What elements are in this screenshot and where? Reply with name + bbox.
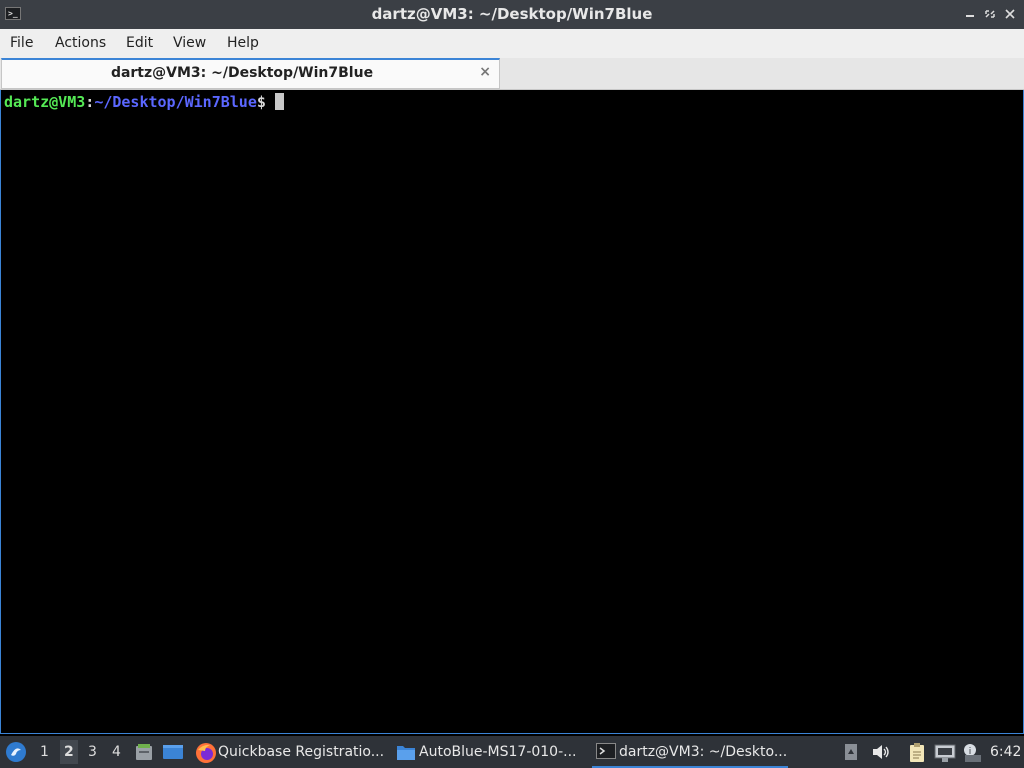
- menu-file[interactable]: File: [10, 35, 33, 51]
- maximize-button[interactable]: [983, 6, 997, 22]
- show-desktop-launcher[interactable]: [162, 742, 184, 766]
- menu-bar: File Actions Edit View Help: [0, 29, 1024, 58]
- taskbar: 1 2 3 4 Quickbase Registratio... AutoBlu…: [0, 736, 1024, 768]
- file-manager-icon: [136, 744, 152, 760]
- close-icon: [1005, 9, 1015, 19]
- firefox-icon: [196, 743, 216, 763]
- desktop-icon: [163, 745, 183, 759]
- network-tray[interactable]: [934, 743, 956, 762]
- workspace-1[interactable]: 1: [40, 744, 49, 760]
- window-title: dartz@VM3: ~/Desktop/Win7Blue: [371, 5, 653, 23]
- prompt-user-host: dartz@VM3: [4, 93, 86, 111]
- folder-icon: [397, 746, 415, 760]
- close-window-button[interactable]: [1003, 6, 1017, 22]
- task-file-manager[interactable]: AutoBlue-MS17-010-...: [393, 736, 585, 768]
- start-menu-button[interactable]: [5, 741, 27, 767]
- volume-icon: [873, 745, 889, 759]
- file-manager-launcher[interactable]: [134, 742, 154, 766]
- window-titlebar: >_ dartz@VM3: ~/Desktop/Win7Blue: [0, 0, 1024, 29]
- task-firefox[interactable]: Quickbase Registratio...: [192, 736, 388, 768]
- tray-expand-icon: [845, 744, 857, 760]
- text-cursor: [274, 93, 284, 110]
- tab-bar: dartz@VM3: ~/Desktop/Win7Blue ×: [0, 58, 1024, 90]
- volume-control[interactable]: [871, 743, 891, 761]
- clipboard-tray[interactable]: [907, 743, 927, 762]
- task-label: AutoBlue-MS17-010-...: [419, 744, 577, 760]
- task-label: dartz@VM3: ~/Deskto...: [619, 744, 788, 760]
- terminal-tab[interactable]: dartz@VM3: ~/Desktop/Win7Blue ×: [1, 58, 500, 89]
- menu-view[interactable]: View: [173, 35, 206, 51]
- prompt-separator: :: [85, 93, 95, 111]
- menu-edit[interactable]: Edit: [126, 35, 153, 51]
- update-icon: i: [964, 744, 981, 762]
- minimize-button[interactable]: [963, 6, 977, 22]
- menu-actions[interactable]: Actions: [55, 35, 106, 51]
- clipboard-icon: [910, 743, 924, 762]
- tab-close-icon[interactable]: ×: [479, 64, 491, 80]
- tray-arrow[interactable]: [844, 743, 858, 761]
- menu-help[interactable]: Help: [227, 35, 259, 51]
- restore-icon: [985, 10, 995, 18]
- task-terminal[interactable]: dartz@VM3: ~/Deskto...: [592, 736, 788, 768]
- network-icon: [934, 744, 956, 762]
- lubuntu-logo-icon: [6, 742, 26, 762]
- minimize-icon: [966, 15, 974, 17]
- update-notifier[interactable]: i: [961, 743, 983, 762]
- workspace-3[interactable]: 3: [88, 744, 97, 760]
- shell-prompt: dartz@VM3:~/Desktop/Win7Blue$: [4, 93, 284, 111]
- prompt-dollar: $: [256, 93, 266, 111]
- prompt-path: ~/Desktop/Win7Blue: [94, 93, 257, 111]
- task-label: Quickbase Registratio...: [218, 744, 385, 760]
- terminal-output[interactable]: dartz@VM3:~/Desktop/Win7Blue$: [0, 90, 1024, 734]
- tab-label: dartz@VM3: ~/Desktop/Win7Blue: [110, 65, 374, 81]
- clock[interactable]: 6:42: [990, 744, 1021, 760]
- workspace-4[interactable]: 4: [112, 744, 121, 760]
- terminal-icon: [596, 743, 616, 759]
- workspace-2[interactable]: 2: [60, 740, 78, 764]
